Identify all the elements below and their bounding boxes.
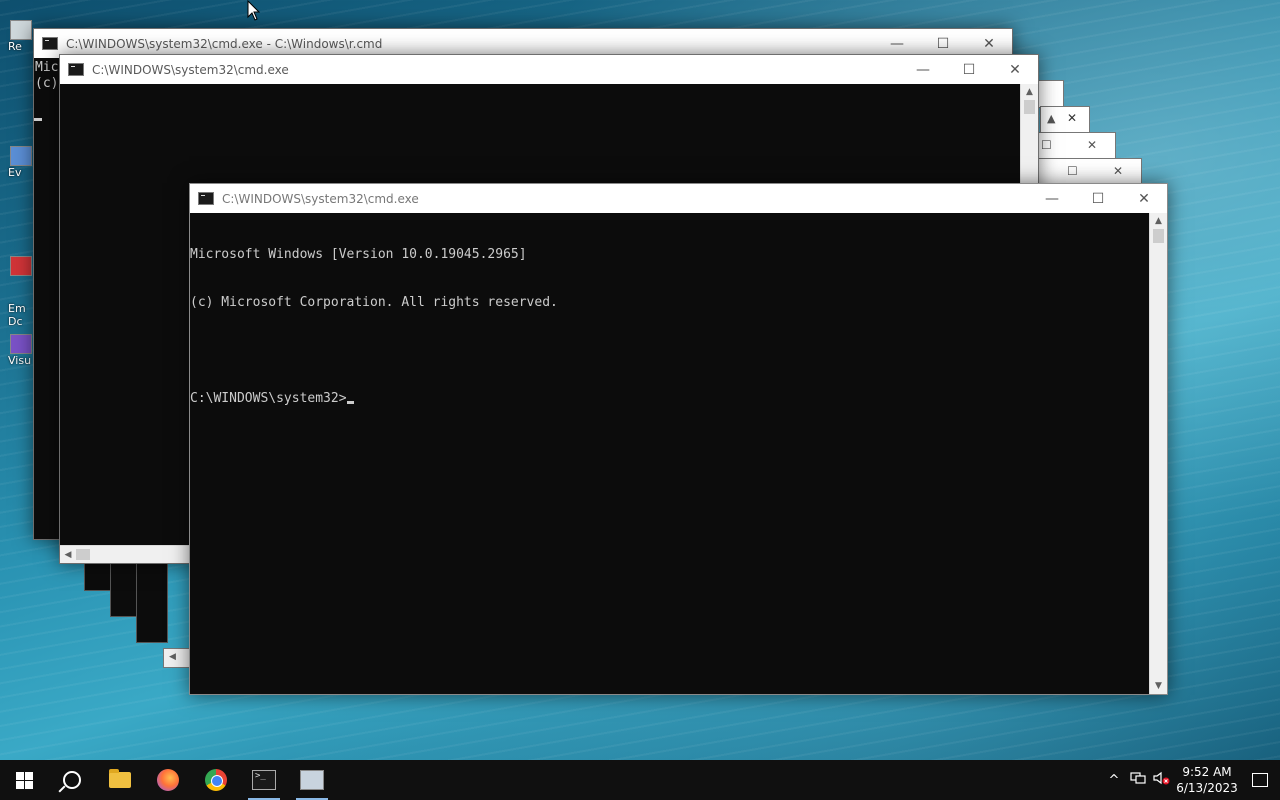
window-titlebar[interactable]: C:\WINDOWS\system32\cmd.exe — ☐ ✕ xyxy=(190,184,1167,213)
clock[interactable]: 9:52 AM 6/13/2023 xyxy=(1174,764,1240,796)
clock-date: 6/13/2023 xyxy=(1176,781,1238,795)
recycle-bin-icon xyxy=(10,20,32,40)
maximize-button[interactable]: ☐ xyxy=(1075,184,1121,213)
network-icon[interactable] xyxy=(1126,771,1150,789)
scroll-thumb[interactable] xyxy=(1153,229,1164,243)
desktop-icon-em[interactable]: Em Dc xyxy=(0,230,32,341)
console-output[interactable]: Microsoft Windows [Version 10.0.19045.29… xyxy=(190,213,1150,694)
firefox-icon xyxy=(157,769,179,791)
scroll-left-arrow[interactable]: ◀ xyxy=(169,652,176,662)
shortcut-icon xyxy=(10,256,32,276)
notification-center-button[interactable] xyxy=(1240,773,1280,787)
text-cursor xyxy=(346,401,354,404)
stacked-window-close-button[interactable]: ✕ xyxy=(1113,164,1123,178)
notification-icon xyxy=(1252,773,1268,787)
desktop-icon-visual-studio[interactable]: Visu xyxy=(0,334,32,367)
window-title: C:\WINDOWS\system32\cmd.exe xyxy=(222,191,419,206)
stacked-window-close-button[interactable]: ✕ xyxy=(1067,111,1077,125)
show-hidden-icons-button[interactable]: ^ xyxy=(1102,773,1126,788)
vertical-scrollbar[interactable]: ▲ ▼ xyxy=(1149,213,1167,694)
file-explorer-button[interactable] xyxy=(96,760,144,800)
stacked-window-edge xyxy=(136,560,168,643)
console-prompt-line: C:\WINDOWS\system32> xyxy=(190,391,1150,407)
shortcut-icon xyxy=(10,146,32,166)
maximize-button[interactable]: ☐ xyxy=(946,55,992,84)
search-icon xyxy=(63,771,81,789)
cmd-taskbar-button[interactable] xyxy=(240,760,288,800)
search-button[interactable] xyxy=(48,760,96,800)
window-title: C:\WINDOWS\system32\cmd.exe - C:\Windows… xyxy=(66,36,383,51)
stacked-window-hscroll: ◀ xyxy=(163,648,191,668)
cmd-icon xyxy=(198,192,214,205)
chrome-icon xyxy=(205,769,227,791)
desktop-icon-ev[interactable]: Ev xyxy=(0,146,32,179)
window-title: C:\WINDOWS\system32\cmd.exe xyxy=(92,62,289,77)
stacked-window-edge: ▲ ✕ xyxy=(1040,106,1090,134)
folder-icon xyxy=(109,769,131,788)
close-button[interactable]: ✕ xyxy=(992,55,1038,84)
scroll-left-arrow[interactable]: ◀ xyxy=(60,550,76,560)
system-tray: ^ 9:52 AM 6/13/2023 xyxy=(1102,760,1280,800)
minimize-button[interactable]: — xyxy=(900,55,946,84)
cmd-window-front[interactable]: C:\WINDOWS\system32\cmd.exe — ☐ ✕ Micros… xyxy=(189,183,1168,695)
stacked-window-edge: ☐ ✕ xyxy=(1030,158,1142,186)
console-line-copyright: (c) Microsoft Corporation. All rights re… xyxy=(190,295,558,310)
remote-desktop-icon xyxy=(300,770,324,790)
console-line-version: Microsoft Windows [Version 10.0.19045.29… xyxy=(190,247,527,262)
stacked-window-edge xyxy=(1036,80,1064,108)
minimize-button[interactable]: — xyxy=(1029,184,1075,213)
console-prompt: C:\WINDOWS\system32> xyxy=(190,391,347,406)
scroll-down-arrow[interactable]: ▼ xyxy=(1150,678,1167,694)
cmd-icon xyxy=(68,63,84,76)
clock-time: 9:52 AM xyxy=(1182,765,1232,779)
close-button[interactable]: ✕ xyxy=(1121,184,1167,213)
stacked-window-maximize-button[interactable]: ☐ xyxy=(1067,164,1078,178)
scroll-up-arrow[interactable]: ▲ xyxy=(1150,213,1167,229)
desktop-icon-recycle-bin[interactable]: Re xyxy=(0,20,32,53)
stacked-window-maximize-button[interactable]: ☐ xyxy=(1041,138,1052,152)
windows-logo-icon xyxy=(15,771,33,789)
scroll-thumb[interactable] xyxy=(1024,100,1035,114)
volume-muted-icon[interactable] xyxy=(1150,771,1174,789)
scroll-thumb[interactable] xyxy=(76,549,90,560)
start-button[interactable] xyxy=(0,760,48,800)
visual-studio-icon xyxy=(10,334,32,354)
stacked-window-scroll-up: ▲ xyxy=(1047,112,1056,125)
taskbar: ^ 9:52 AM 6/13/2023 xyxy=(0,760,1280,800)
scroll-up-arrow[interactable]: ▲ xyxy=(1021,84,1038,100)
remote-desktop-taskbar-button[interactable] xyxy=(288,760,336,800)
back-window-cursor xyxy=(34,118,42,121)
stacked-window-close-button[interactable]: ✕ xyxy=(1087,138,1097,152)
stacked-window-edge: ☐ ✕ xyxy=(1030,132,1116,160)
window-titlebar[interactable]: C:\WINDOWS\system32\cmd.exe — ☐ ✕ xyxy=(60,55,1038,84)
terminal-icon xyxy=(252,770,276,790)
mouse-pointer-icon xyxy=(247,0,261,21)
chrome-button[interactable] xyxy=(192,760,240,800)
cmd-icon xyxy=(42,37,58,50)
firefox-button[interactable] xyxy=(144,760,192,800)
